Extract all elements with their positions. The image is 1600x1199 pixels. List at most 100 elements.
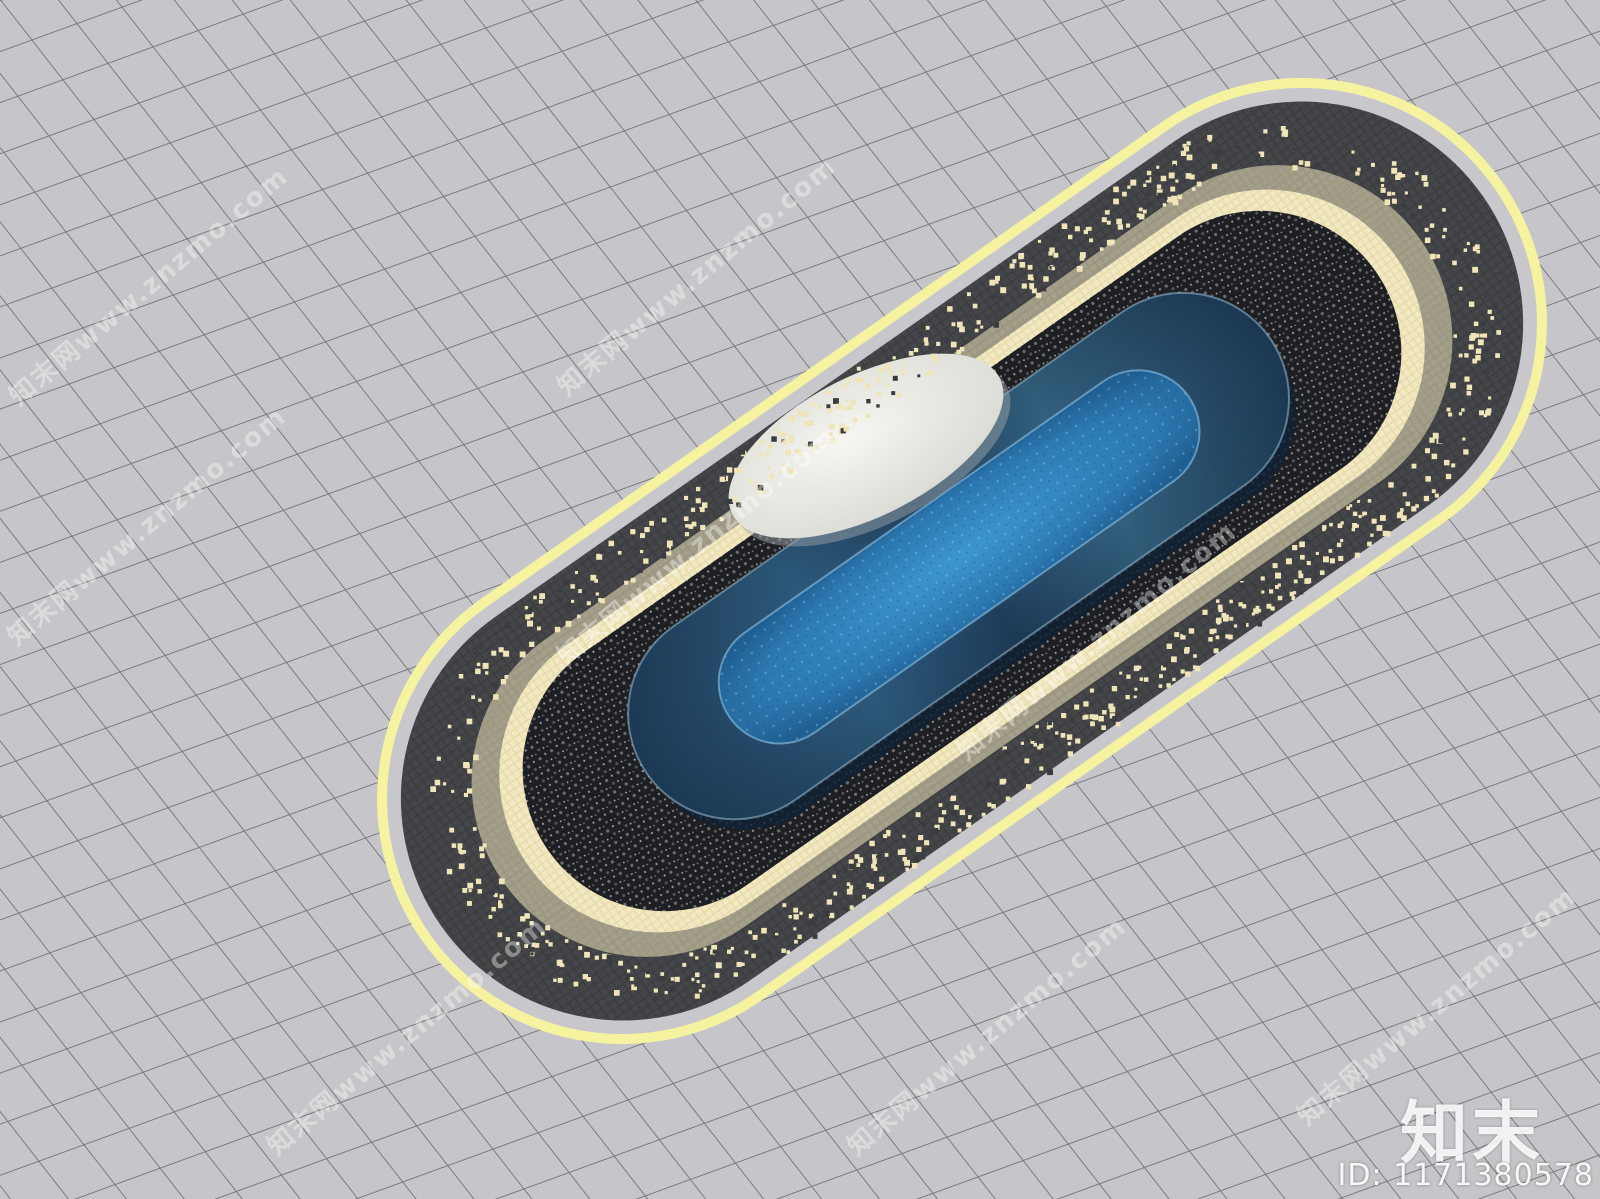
mosaic-speck: [571, 599, 575, 603]
mosaic-speck: [920, 854, 926, 860]
mosaic-speck: [529, 641, 535, 647]
mosaic-speck: [987, 802, 992, 807]
mosaic-speck: [1102, 710, 1107, 715]
mosaic-speck: [1211, 163, 1218, 170]
mosaic-speck: [1431, 453, 1438, 460]
mosaic-speck: [1397, 173, 1402, 178]
mosaic-speck: [765, 451, 770, 456]
mosaic-speck: [1477, 339, 1484, 346]
mosaic-speck: [922, 848, 927, 852]
mosaic-speck: [781, 948, 786, 953]
mosaic-speck: [1351, 150, 1355, 154]
mosaic-speck: [1322, 525, 1327, 530]
mosaic-speck: [1089, 238, 1093, 243]
mosaic-speck: [1215, 635, 1220, 640]
mosaic-speck: [493, 694, 499, 700]
mosaic-speck: [1039, 751, 1044, 756]
mosaic-speck: [829, 437, 836, 444]
mosaic-speck: [577, 614, 581, 619]
mosaic-speck: [1266, 603, 1272, 609]
mosaic-speck: [436, 756, 441, 761]
mosaic-speck: [878, 367, 884, 373]
mosaic-speck: [624, 580, 629, 585]
mosaic-speck: [812, 916, 817, 922]
mosaic-speck: [606, 960, 612, 966]
mosaic-speck: [475, 668, 481, 675]
mosaic-speck: [1076, 266, 1083, 272]
mosaic-speck: [769, 475, 774, 480]
mosaic-speck: [1440, 477, 1444, 482]
image-id-label: ID: 1171380578: [1337, 1158, 1594, 1193]
mosaic-speck: [993, 322, 1000, 328]
mosaic-speck: [789, 434, 793, 438]
mosaic-speck: [1192, 665, 1197, 670]
mosaic-speck: [1442, 208, 1446, 212]
mosaic-speck: [482, 662, 489, 669]
mosaic-speck: [829, 423, 835, 430]
mosaic-speck: [533, 595, 537, 600]
mosaic-speck: [843, 869, 848, 874]
mosaic-speck: [736, 502, 742, 508]
mosaic-speck: [1067, 751, 1073, 757]
mosaic-speck: [504, 623, 510, 629]
mosaic-speck: [482, 843, 487, 848]
mosaic-speck: [1401, 515, 1407, 521]
mosaic-speck: [872, 859, 877, 864]
mosaic-speck: [1299, 590, 1304, 595]
mosaic-speck: [644, 541, 649, 546]
mosaic-speck: [578, 589, 583, 594]
mosaic-speck: [665, 535, 670, 540]
mosaic-speck: [905, 867, 909, 871]
mosaic-speck: [1450, 382, 1456, 389]
mosaic-speck: [557, 596, 564, 603]
mosaic-speck: [891, 391, 896, 396]
mosaic-speck: [760, 440, 765, 445]
mosaic-speck: [685, 976, 692, 982]
mosaic-speck: [1491, 329, 1497, 334]
mosaic-speck: [584, 951, 590, 958]
mosaic-speck: [1354, 552, 1360, 558]
mosaic-speck: [1046, 725, 1051, 730]
mosaic-speck: [479, 853, 485, 859]
mosaic-speck: [466, 788, 473, 794]
mosaic-speck: [491, 906, 496, 912]
mosaic-speck: [1027, 264, 1033, 270]
mosaic-speck: [908, 351, 914, 356]
mosaic-speck: [1068, 234, 1073, 240]
mosaic-speck: [727, 949, 732, 954]
mosaic-speck: [998, 296, 1003, 300]
mosaic-speck: [1410, 214, 1416, 220]
mosaic-speck: [1147, 658, 1152, 663]
mosaic-speck: [1453, 334, 1457, 338]
mosaic-speck: [1215, 149, 1222, 156]
mosaic-speck: [741, 962, 745, 966]
mosaic-speck: [1051, 266, 1055, 271]
mosaic-speck: [1458, 412, 1463, 416]
mosaic-speck: [685, 524, 689, 528]
mosaic-speck: [1101, 217, 1107, 223]
mosaic-speck: [767, 951, 773, 957]
mosaic-speck: [916, 846, 922, 852]
mosaic-speck: [1338, 555, 1344, 561]
mosaic-speck: [1133, 659, 1138, 663]
mosaic-speck: [1037, 745, 1041, 750]
mosaic-speck: [1047, 769, 1053, 776]
mosaic-speck: [554, 626, 561, 633]
mosaic-speck: [812, 934, 818, 939]
mosaic-speck: [788, 437, 795, 443]
mosaic-speck: [1315, 551, 1319, 555]
mosaic-speck: [733, 972, 738, 977]
mosaic-speck: [1300, 554, 1305, 560]
mosaic-speck: [1340, 521, 1344, 525]
mosaic-speck: [1213, 648, 1219, 654]
mosaic-speck: [565, 620, 572, 627]
mosaic-speck: [971, 816, 975, 821]
mosaic-speck: [1462, 437, 1466, 441]
mosaic-speck: [736, 961, 742, 967]
mosaic-speck: [876, 404, 880, 408]
mosaic-speck: [793, 927, 797, 931]
mosaic-speck: [1482, 333, 1488, 338]
mosaic-speck: [1145, 202, 1151, 208]
mosaic-speck: [527, 609, 532, 615]
mosaic-speck: [957, 828, 962, 833]
